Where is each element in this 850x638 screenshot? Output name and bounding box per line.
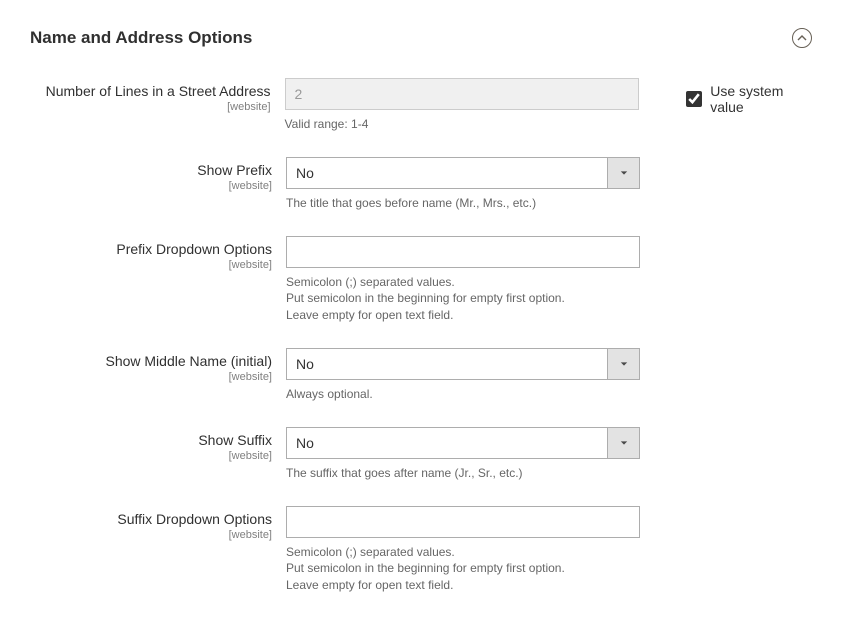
show-prefix-select[interactable]: No No <box>286 157 640 189</box>
field-comment: Semicolon (;) separated values. Put semi… <box>286 544 646 594</box>
field-row-show-suffix: Show Suffix [website] No No The suffix t… <box>30 427 820 482</box>
field-row-show-prefix: Show Prefix [website] No No The title th… <box>30 157 820 212</box>
show-middle-select[interactable]: No No <box>286 348 640 380</box>
field-label: Show Prefix <box>197 162 272 178</box>
field-comment: The suffix that goes after name (Jr., Sr… <box>286 465 646 482</box>
field-label: Number of Lines in a Street Address <box>46 83 271 99</box>
field-scope: [website] <box>30 259 272 271</box>
field-comment: Always optional. <box>286 386 646 403</box>
field-label: Suffix Dropdown Options <box>117 511 272 527</box>
field-label: Show Middle Name (initial) <box>105 353 272 369</box>
field-label: Prefix Dropdown Options <box>116 241 272 257</box>
field-scope: [website] <box>30 450 272 462</box>
use-system-value-label: Use system value <box>710 83 820 115</box>
section-title: Name and Address Options <box>30 28 820 48</box>
field-row-street-lines: Number of Lines in a Street Address [web… <box>30 78 820 133</box>
field-row-show-middle: Show Middle Name (initial) [website] No … <box>30 348 820 403</box>
field-comment: Valid range: 1-4 <box>285 116 643 133</box>
field-scope: [website] <box>30 180 272 192</box>
use-system-value-checkbox[interactable] <box>686 91 702 107</box>
field-comment: The title that goes before name (Mr., Mr… <box>286 195 646 212</box>
suffix-options-input[interactable] <box>286 506 640 538</box>
chevron-up-icon <box>797 30 807 46</box>
prefix-options-input[interactable] <box>286 236 640 268</box>
field-row-prefix-options: Prefix Dropdown Options [website] Semico… <box>30 236 820 324</box>
field-row-suffix-options: Suffix Dropdown Options [website] Semico… <box>30 506 820 594</box>
field-comment: Semicolon (;) separated values. Put semi… <box>286 274 646 324</box>
field-scope: [website] <box>30 371 272 383</box>
field-label: Show Suffix <box>198 432 272 448</box>
street-lines-input <box>285 78 639 110</box>
field-scope: [website] <box>30 101 271 113</box>
field-scope: [website] <box>30 529 272 541</box>
show-suffix-select[interactable]: No No <box>286 427 640 459</box>
collapse-section-button[interactable] <box>792 28 812 48</box>
